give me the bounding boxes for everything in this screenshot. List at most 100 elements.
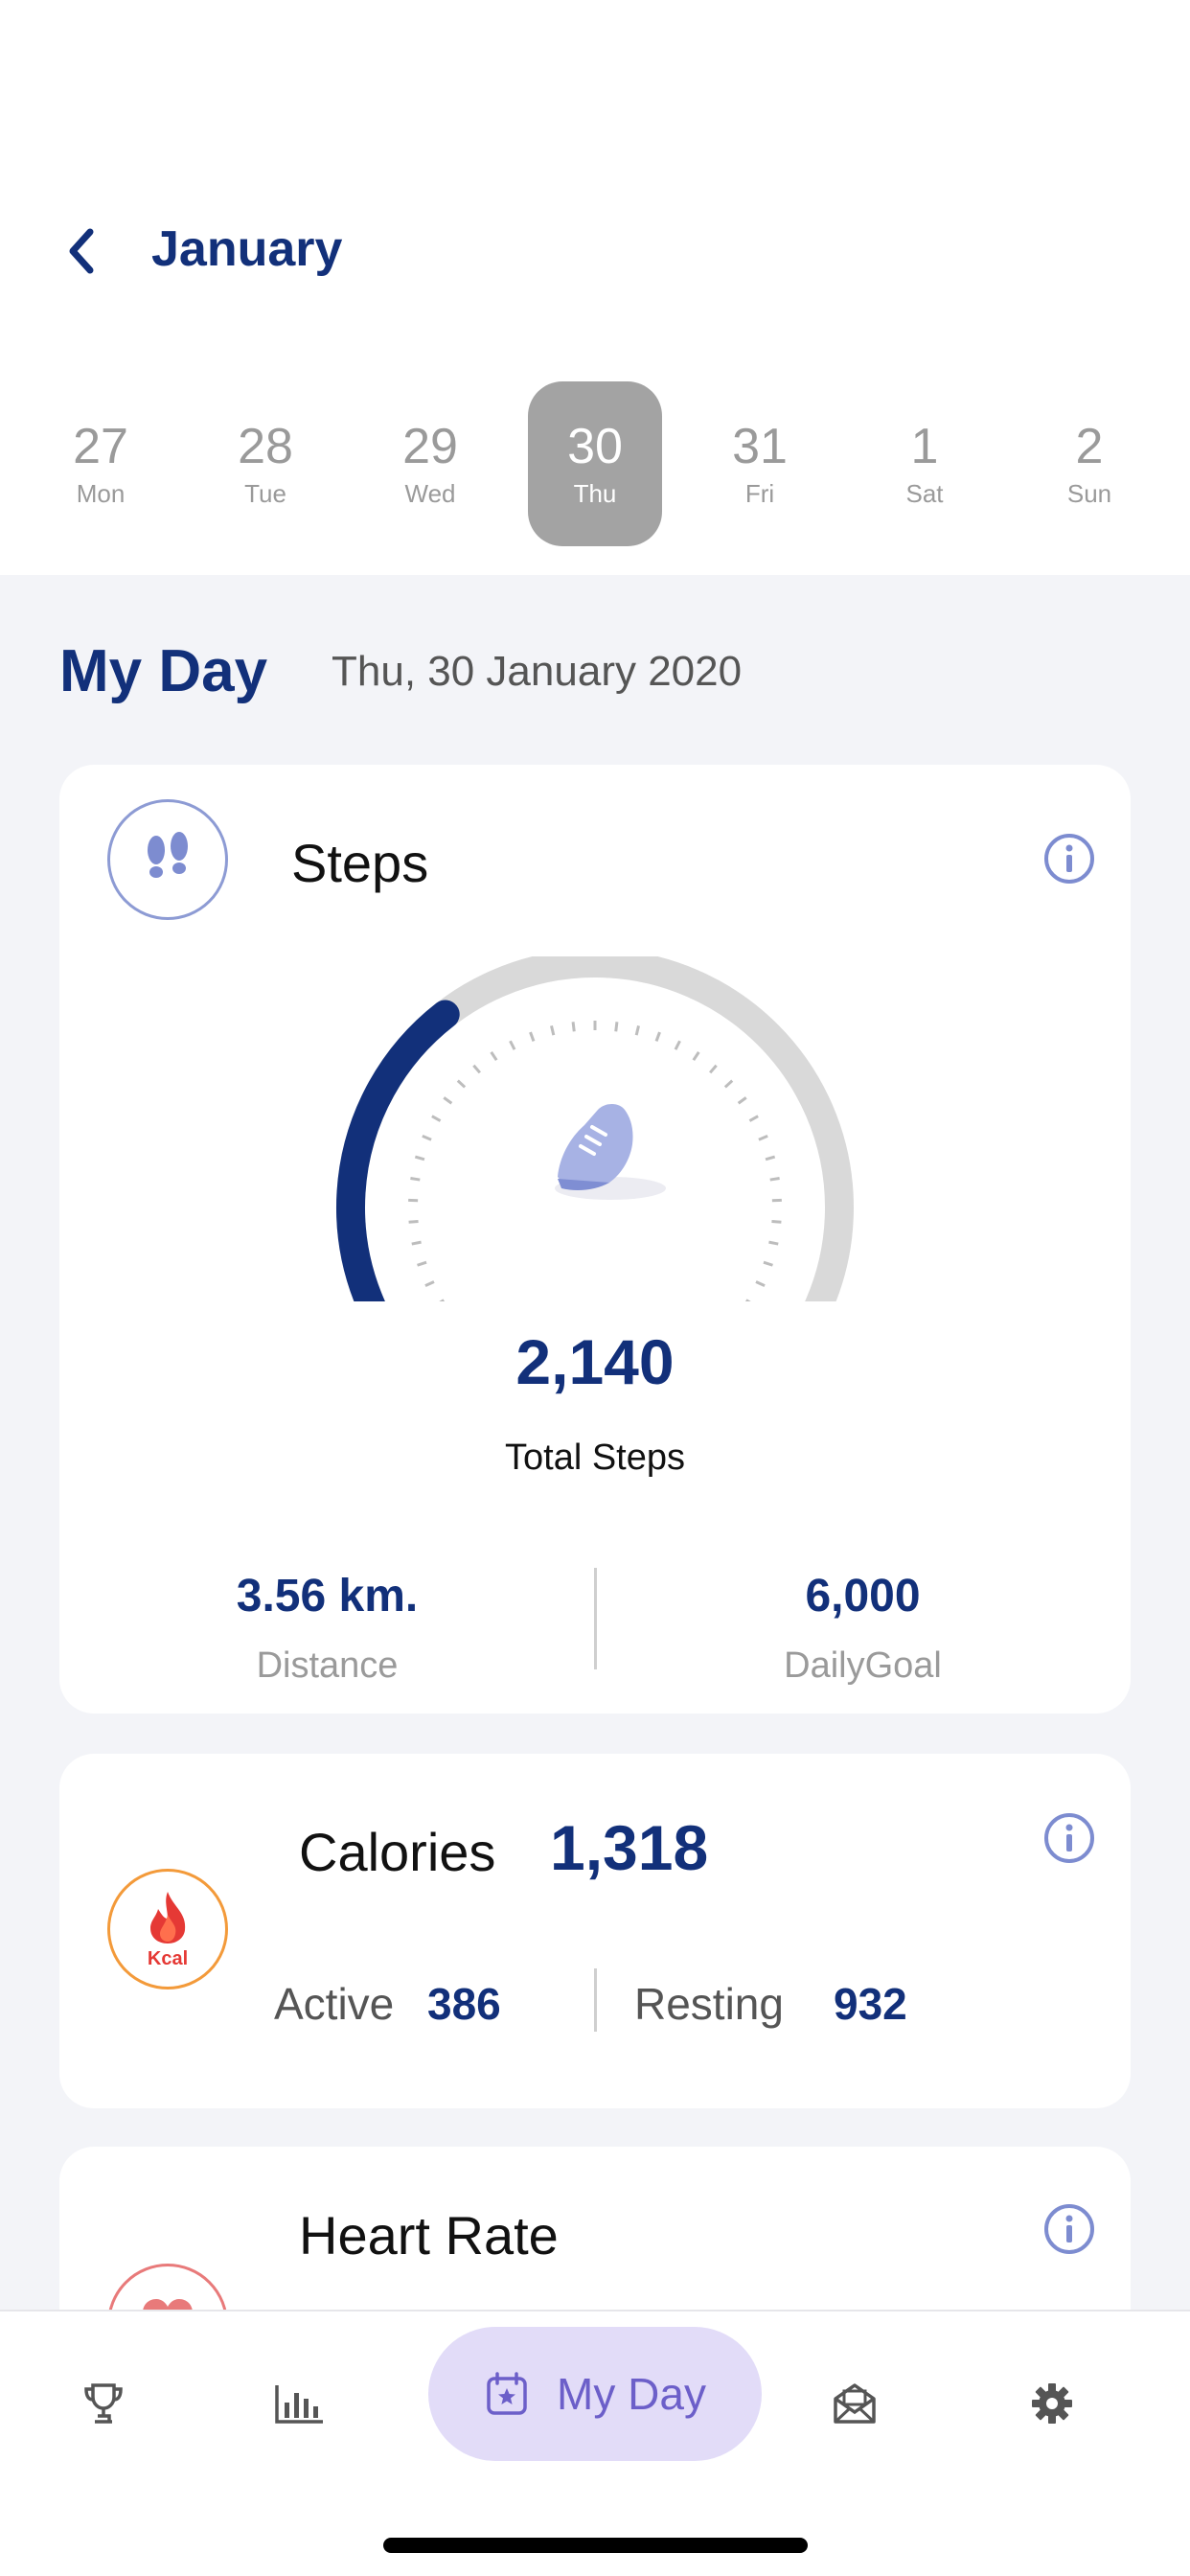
steps-info-button[interactable] (1042, 832, 1096, 886)
resting-label: Resting (634, 1979, 784, 2029)
daily-goal-value: 6,000 (805, 1571, 921, 1622)
day-28[interactable]: 28 Tue (198, 381, 332, 546)
nav-statistics[interactable] (252, 2356, 348, 2451)
steps-icon-circle (107, 799, 228, 920)
gauge-tick (414, 1155, 425, 1162)
heart-rate-title: Heart Rate (299, 2205, 559, 2266)
mail-icon (834, 2383, 876, 2424)
gauge-tick (422, 1134, 432, 1141)
gauge-tick (456, 1079, 467, 1089)
day-27[interactable]: 27 Mon (34, 381, 168, 546)
gauge-tick (472, 1064, 481, 1074)
gauge-tick (408, 1220, 419, 1224)
gauge-tick (431, 1115, 442, 1122)
day-number: 2 (1075, 419, 1104, 474)
heart-rate-info-button[interactable] (1042, 2202, 1096, 2256)
day-name: Mon (76, 479, 126, 508)
calories-total: 1,318 (550, 1812, 709, 1883)
day-name: Wed (404, 479, 456, 508)
day-name: Sun (1066, 479, 1112, 508)
day-name: Tue (244, 479, 286, 508)
day-29[interactable]: 29 Wed (363, 381, 497, 546)
home-indicator (383, 2538, 808, 2553)
gauge-tick (755, 1280, 766, 1288)
total-steps-value: 2,140 (515, 1326, 675, 1397)
day-number: 31 (732, 419, 788, 474)
steps-card[interactable]: Steps 2,140 Total Steps 3.56 km. Distanc… (59, 765, 1131, 1714)
gauge-tick (674, 1040, 681, 1050)
gauge-tick (529, 1031, 536, 1042)
gauge-tick (439, 1299, 446, 1301)
distance-value: 3.56 km. (236, 1571, 419, 1622)
calories-title: Calories (299, 1822, 496, 1882)
info-icon (1044, 1813, 1094, 1863)
gear-icon (1032, 2383, 1072, 2424)
daily-goal-label: DailyGoal (784, 1645, 942, 1686)
gauge-tick (654, 1031, 661, 1042)
info-icon (1044, 2204, 1094, 2254)
gauge-tick (737, 1096, 747, 1105)
daily-goal-stat: 6,000 DailyGoal (595, 1570, 1131, 1687)
gauge-tick (410, 1177, 421, 1182)
gauge-tick (769, 1177, 780, 1182)
chevron-left-icon (69, 228, 94, 274)
gauge-tick (550, 1025, 556, 1036)
day-30-selected[interactable]: 30 Thu (528, 381, 662, 546)
gauge-tick (614, 1022, 619, 1032)
gauge-tick (424, 1280, 435, 1288)
gauge-tick (765, 1155, 776, 1162)
nav-trophy[interactable] (56, 2356, 151, 2451)
gauge-tick (763, 1260, 773, 1267)
gauge-tick (443, 1096, 453, 1105)
total-steps-label: Total Steps (505, 1438, 685, 1478)
gauge-tick (509, 1040, 516, 1050)
month-title[interactable]: January (151, 220, 342, 278)
calories-info-button[interactable] (1042, 1811, 1096, 1865)
calendar-star-icon (487, 2372, 527, 2415)
nav-messages[interactable] (807, 2356, 903, 2451)
gauge-tick (771, 1220, 782, 1224)
active-value: 386 (427, 1979, 501, 2029)
day-31[interactable]: 31 Fri (693, 381, 827, 546)
day-2[interactable]: 2 Sun (1022, 381, 1156, 546)
header-area: January 27 Mon 28 Tue 29 Wed 30 Thu 31 F… (0, 0, 1190, 575)
gauge-tick (490, 1051, 498, 1062)
flame-icon: Kcal (148, 1892, 188, 1969)
nav-my-day[interactable]: My Day (428, 2327, 762, 2461)
calories-card[interactable]: Kcal Calories 1,318 Active 386 Resting 9… (59, 1754, 1131, 2108)
gauge-tick (417, 1260, 427, 1267)
day-1[interactable]: 1 Sat (858, 381, 992, 546)
week-strip: 27 Mon 28 Tue 29 Wed 30 Thu 31 Fri 1 Sat… (0, 381, 1190, 546)
current-date: Thu, 30 January 2020 (332, 648, 743, 695)
gauge-tick (571, 1022, 576, 1032)
gauge-tick (768, 1240, 779, 1246)
day-number: 30 (567, 419, 623, 474)
back-button[interactable] (57, 222, 105, 280)
day-name: Fri (744, 479, 775, 508)
bottom-navigation: My Day (0, 2310, 1190, 2576)
footprints-icon (148, 832, 188, 878)
day-name: Sat (905, 479, 944, 508)
nav-settings[interactable] (1004, 2356, 1100, 2451)
gauge-tick (723, 1079, 734, 1089)
steps-title: Steps (291, 833, 429, 893)
bar-chart-icon (275, 2385, 323, 2424)
sneaker-icon (555, 1104, 666, 1200)
nav-my-day-label: My Day (557, 2369, 706, 2419)
gauge-progress (336, 1000, 460, 1301)
gauge-tick (411, 1240, 422, 1246)
trophy-icon (84, 2383, 123, 2424)
steps-gauge (336, 956, 854, 1301)
info-icon (1044, 834, 1094, 884)
gauge-tick (748, 1115, 759, 1122)
distance-label: Distance (256, 1645, 399, 1686)
calories-icon-circle: Kcal (107, 1869, 228, 1990)
gauge-tick (692, 1051, 700, 1062)
day-number: 1 (910, 419, 939, 474)
day-number: 29 (402, 419, 458, 474)
gauge-tick (709, 1064, 718, 1074)
resting-value: 932 (834, 1979, 907, 2029)
day-number: 27 (73, 419, 128, 474)
gauge-tick (634, 1025, 640, 1036)
day-number: 28 (238, 419, 293, 474)
